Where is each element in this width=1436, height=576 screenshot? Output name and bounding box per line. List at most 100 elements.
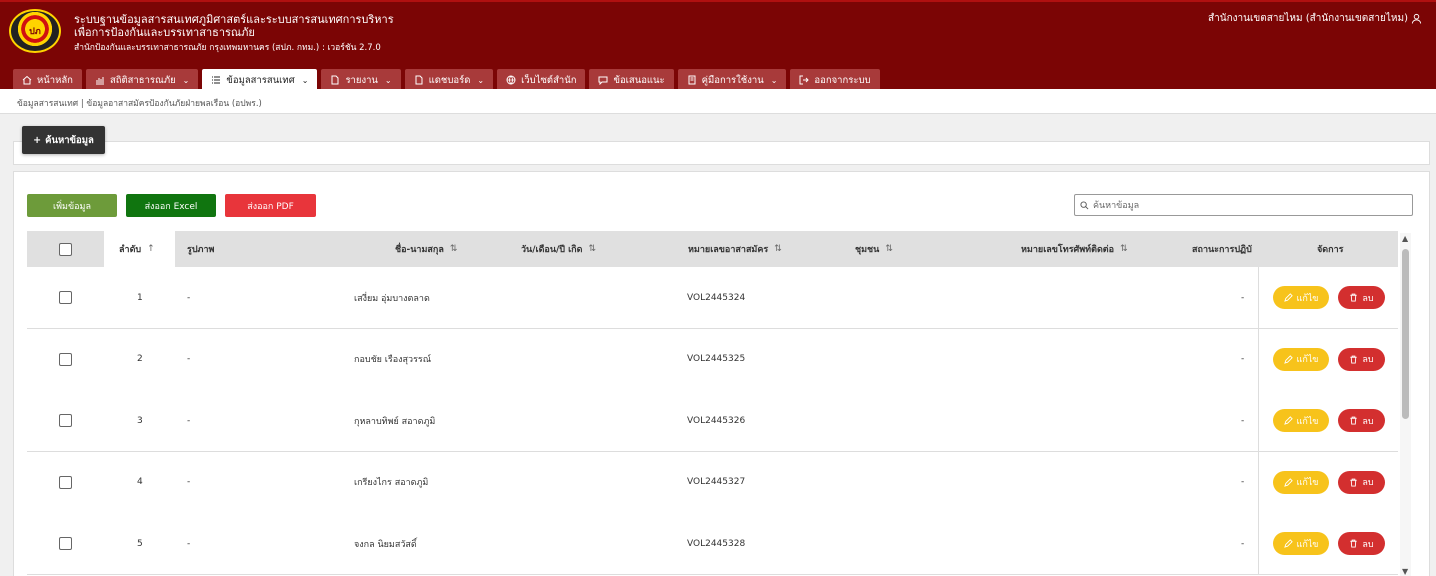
edit-button[interactable]: แก้ไข [1273,409,1329,432]
edit-label: แก้ไข [1296,539,1319,550]
row-name: กอบชัย เรืองสุวรรณ์ [354,355,432,365]
tab-feedback[interactable]: ข้อเสนอแนะ [589,69,674,91]
tab-label: หน้าหลัก [37,74,73,86]
scroll-thumb[interactable] [1402,249,1409,419]
row-photo: - [187,538,191,549]
row-photo: - [187,292,191,303]
delete-button[interactable]: ลบ [1338,409,1385,432]
table-header: ลำดับ ↑ รูปภาพ ชื่อ-นามสกุล ⇅ วัน/เดือน/ปี… [27,231,1398,267]
user-icon [1411,13,1422,24]
col-phone[interactable]: หมายเลขโทรศัพท์ติดต่อ ⇅ [1021,231,1128,267]
row-checkbox[interactable] [59,352,72,366]
col-name[interactable]: ชื่อ-นามสกุล ⇅ [395,231,457,267]
row-volunteer-no: VOL2445327 [687,477,746,487]
tab-manual[interactable]: คู่มือการใช้งาน ⌄ [677,69,787,91]
row-checkbox[interactable] [59,414,72,427]
pencil-icon [1283,539,1293,548]
row-checkbox[interactable] [59,291,72,304]
table-row: 3 - กุหลาบทิพย์ สอาดภูมิ VOL2445326 - แก้ไข ลบ [27,390,1398,452]
tab-home[interactable]: หน้าหลัก [13,69,82,91]
pencil-icon [1283,477,1293,487]
trash-icon [1350,355,1358,364]
tab-website[interactable]: เว็บไซต์สำนัก [497,69,586,91]
row-order: 1 [137,292,143,303]
sort-icon: ⇅ [588,244,597,254]
col-community[interactable]: ชุมชน ⇅ [855,231,893,267]
row-checkbox[interactable] [59,475,72,489]
col-status: สถานะการปฏิบั [1192,231,1252,267]
trash-icon [1350,478,1358,487]
add-data-button[interactable]: เพิ่มข้อมูล [27,194,117,217]
trash-icon [1350,539,1358,548]
sort-icon: ⇅ [885,244,893,254]
search-toggle-button[interactable]: + ค้นหาข้อมูล [22,126,105,154]
edit-label: แก้ไข [1296,416,1319,427]
col-actions: จัดการ [1317,231,1343,267]
col-order-label: ลำดับ [119,245,142,255]
row-volunteer-no: VOL2445326 [687,415,746,426]
book-icon [688,75,696,85]
select-all-checkbox[interactable] [59,242,72,256]
actions-divider [1258,513,1259,574]
col-birthdate[interactable]: วัน/เดือน/ปี เกิด ⇅ [521,231,596,267]
tab-label: เว็บไซต์สำนัก [521,74,577,86]
edit-button[interactable]: แก้ไข [1273,286,1329,309]
actions-divider [1258,390,1259,451]
search-placeholder: ค้นหาข้อมูล [1093,201,1140,211]
delete-label: ลบ [1362,293,1374,304]
list-icon [212,76,221,84]
chart-icon [95,77,104,85]
agency-logo: ปภ [9,9,61,53]
actions-divider [1258,267,1259,328]
table-row: 1 - เสงี่ยม อุ่มบางตลาด VOL2445324 - แก้ไข ลบ [27,267,1398,329]
col-name-label: ชื่อ-นามสกุล [395,245,444,255]
delete-button[interactable]: ลบ [1338,286,1385,309]
user-organization[interactable]: สำนักงานเขตสายไหม (สำนักงานเขตสายไหม) [1208,11,1422,26]
row-checkbox[interactable] [59,537,72,550]
delete-button[interactable]: ลบ [1338,470,1385,494]
scroll-up-arrow-icon[interactable]: ▲ [1402,235,1408,243]
col-phone-label: หมายเลขโทรศัพท์ติดต่อ [1021,245,1115,255]
app-header: ปภ ระบบฐานข้อมูลสารสนเทศภูมิศาสตร์และระบ… [0,0,1436,91]
scroll-down-arrow-icon[interactable]: ▼ [1402,568,1408,576]
table-scrollbar[interactable]: ▲ ▼ [1400,233,1411,576]
row-order: 3 [137,415,143,426]
edit-button[interactable]: แก้ไข [1273,347,1329,371]
file-icon [331,75,339,85]
row-name: จงกล นิยมสวัสดิ์ [354,539,417,550]
row-status: - [1241,354,1245,364]
delete-button[interactable]: ลบ [1338,347,1385,371]
actions-divider [1258,328,1259,390]
tab-label: แดชบอร์ด [428,74,471,86]
tab-disaster-stats[interactable]: สถิติสาธารณภัย ⌄ [85,69,199,91]
edit-button[interactable]: แก้ไข [1273,532,1329,555]
delete-button[interactable]: ลบ [1338,532,1385,555]
row-photo: - [187,477,191,487]
edit-button[interactable]: แก้ไข [1273,470,1329,494]
export-excel-button[interactable]: ส่งออก Excel [126,194,216,217]
col-status-label: สถานะการปฏิบั [1192,245,1252,255]
tab-information[interactable]: ข้อมูลสารสนเทศ ⌄ [202,69,318,91]
export-pdf-button[interactable]: ส่งออก PDF [225,194,316,217]
tab-reports[interactable]: รายงาน ⌄ [321,69,401,91]
search-icon [1080,200,1089,209]
tab-logout[interactable]: ออกจากระบบ [790,69,880,91]
row-volunteer-no: VOL2445328 [687,538,746,549]
breadcrumb: ข้อมูลสารสนเทศ | ข้อมูลอาสาสมัครป้องกันภ… [0,89,1436,114]
col-order[interactable]: ลำดับ ↑ [104,231,175,267]
row-order: 5 [137,538,143,549]
col-birthdate-label: วัน/เดือน/ปี เกิด [521,245,583,255]
tab-dashboard[interactable]: แดชบอร์ด ⌄ [404,69,494,91]
chevron-down-icon: ⌄ [301,75,309,85]
table-search-input[interactable]: ค้นหาข้อมูล [1074,194,1413,216]
tab-label: ข้อเสนอแนะ [613,74,665,86]
tab-label: คู่มือการใช้งาน [701,74,764,86]
pencil-icon [1283,354,1293,364]
edit-label: แก้ไข [1296,478,1319,488]
trash-icon [1350,416,1358,425]
row-checkbox-cell [59,267,72,328]
row-status: - [1241,477,1245,487]
col-volunteer-no[interactable]: หมายเลขอาสาสมัคร ⇅ [688,231,782,267]
delete-label: ลบ [1362,416,1374,427]
row-photo: - [187,354,191,364]
